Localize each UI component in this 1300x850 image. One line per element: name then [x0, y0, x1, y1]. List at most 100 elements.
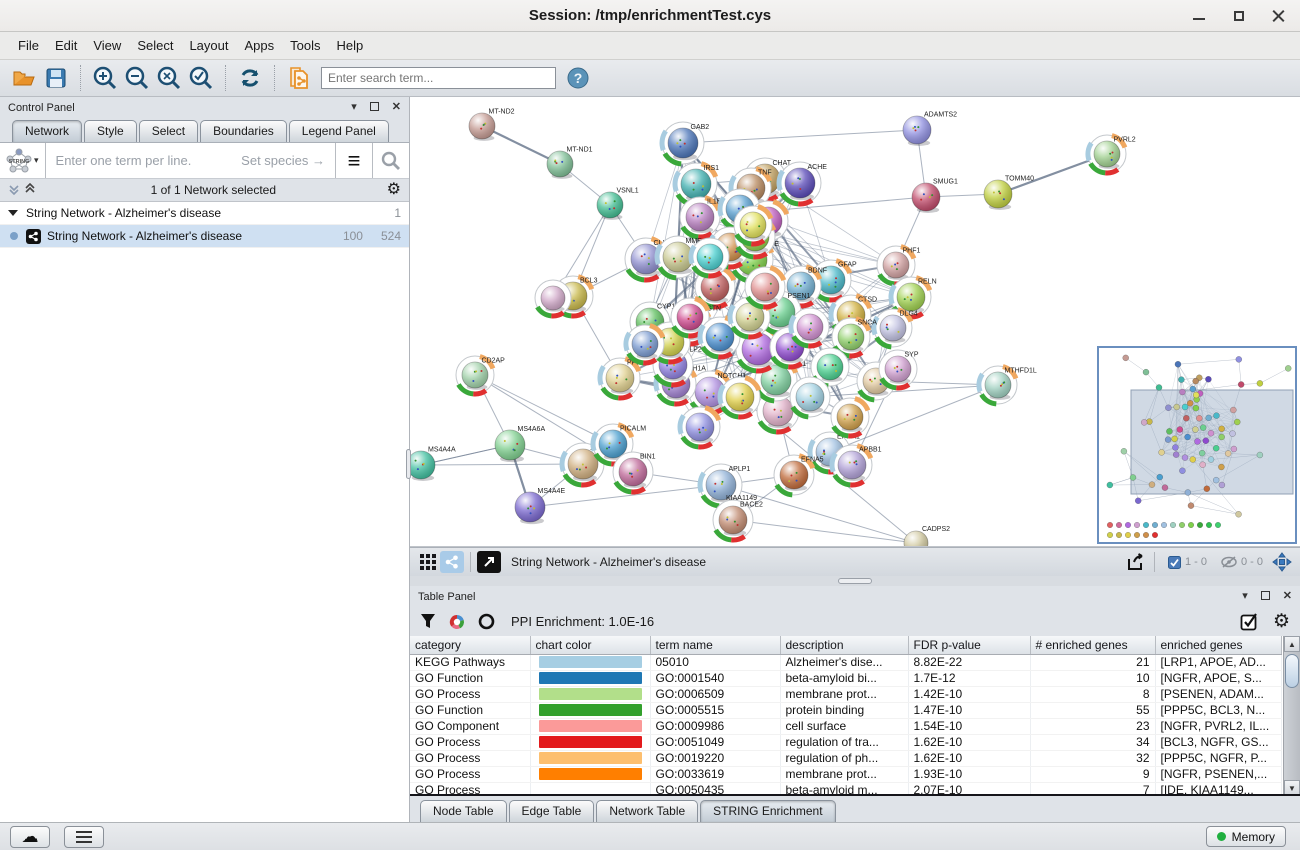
string-query-input[interactable]: Enter one term per line. Set species → — [46, 153, 335, 168]
menu-item-view[interactable]: View — [85, 34, 129, 57]
string-search-button[interactable] — [373, 143, 409, 178]
network-node[interactable] — [680, 407, 720, 447]
tab-legend-panel[interactable]: Legend Panel — [289, 120, 389, 142]
menu-item-apps[interactable]: Apps — [237, 34, 283, 57]
help-button[interactable]: ? — [562, 63, 594, 93]
minimap-viewport[interactable] — [1131, 390, 1293, 494]
network-node[interactable]: DLG4 — [874, 309, 918, 347]
collapse-triangle-icon[interactable] — [8, 210, 18, 216]
menu-item-layout[interactable]: Layout — [181, 34, 236, 57]
menu-item-select[interactable]: Select — [129, 34, 181, 57]
network-node[interactable] — [790, 377, 830, 417]
table-panel-float-icon[interactable] — [1261, 591, 1270, 603]
table-row[interactable]: GO ProcessGO:0050435beta-amyloid m...2.0… — [410, 782, 1281, 796]
zoom-in-button[interactable] — [89, 63, 121, 93]
enrichment-settings-gear-icon[interactable]: ⚙ — [1273, 612, 1290, 631]
tab-style[interactable]: Style — [84, 120, 137, 142]
task-list-button[interactable] — [64, 826, 104, 848]
network-node[interactable]: MT-ND2 — [469, 108, 515, 141]
export-view-button[interactable] — [1124, 551, 1148, 573]
tab-string-enrichment[interactable]: STRING Enrichment — [700, 800, 835, 822]
cloud-button[interactable]: ☁ — [10, 826, 50, 848]
ring-chart-icon[interactable] — [478, 613, 495, 630]
minimize-button[interactable] — [1192, 9, 1206, 23]
column-header[interactable]: term name — [650, 636, 780, 654]
column-header[interactable]: description — [780, 636, 908, 654]
zoom-out-button[interactable] — [121, 63, 153, 93]
select-rows-icon[interactable] — [1240, 612, 1259, 631]
table-row[interactable]: GO ProcessGO:0033619membrane prot...1.93… — [410, 766, 1281, 782]
network-node[interactable]: BIN1 — [613, 452, 656, 492]
clone-network-button[interactable] — [283, 63, 315, 93]
table-scrollbar[interactable]: ▲ ▼ — [1283, 636, 1300, 796]
network-node[interactable]: TOMM40 — [984, 176, 1034, 210]
table-row[interactable]: GO ComponentGO:0009986cell surface1.54E-… — [410, 718, 1281, 734]
collapse-all-icon[interactable] — [24, 183, 36, 198]
network-collection-row[interactable]: String Network - Alzheimer's disease 1 — [0, 202, 409, 225]
table-panel-menu-icon[interactable]: ▾ — [1242, 591, 1248, 602]
network-row[interactable]: String Network - Alzheimer's disease 100… — [0, 225, 409, 248]
menu-item-edit[interactable]: Edit — [47, 34, 85, 57]
network-node[interactable]: MT-ND1 — [547, 146, 593, 179]
table-row[interactable]: GO FunctionGO:0001540beta-amyloid bi...1… — [410, 670, 1281, 686]
table-row[interactable]: GO ProcessGO:0006509membrane prot...1.42… — [410, 686, 1281, 702]
network-graph[interactable]: MT-ND2MT-ND1VSNL1GAB2IRS1CHATACHETNFIL1B… — [410, 97, 1299, 546]
close-button[interactable] — [1272, 9, 1286, 23]
network-node[interactable] — [791, 308, 829, 346]
network-node[interactable] — [831, 398, 869, 436]
panel-close-icon[interactable]: ✕ — [392, 102, 401, 113]
network-options-gear-icon[interactable]: ⚙ — [387, 182, 401, 198]
string-options-button[interactable]: ≡ — [336, 143, 372, 178]
memory-button[interactable]: Memory — [1206, 826, 1286, 847]
horizontal-divider[interactable] — [410, 576, 1300, 586]
scroll-up-arrow[interactable]: ▲ — [1284, 636, 1300, 652]
birdseye-toggle-button[interactable] — [1270, 551, 1294, 573]
zoom-fit-button[interactable] — [153, 63, 185, 93]
panel-float-icon[interactable] — [370, 102, 379, 114]
network-node[interactable]: PVRL2 — [1088, 135, 1136, 173]
table-row[interactable]: GO ProcessGO:0051049regulation of tra...… — [410, 734, 1281, 750]
table-row[interactable]: KEGG Pathways05010Alzheimer's dise...8.8… — [410, 654, 1281, 670]
table-row[interactable]: GO FunctionGO:0005515protein binding1.47… — [410, 702, 1281, 718]
network-node[interactable] — [691, 238, 729, 276]
birds-eye-view[interactable] — [1098, 347, 1296, 543]
expand-all-icon[interactable] — [8, 183, 20, 198]
string-protein-query-selector[interactable]: STRING ▾ — [0, 148, 45, 174]
enrichment-table[interactable]: categorychart colorterm namedescriptionF… — [410, 636, 1300, 796]
column-header[interactable]: FDR p-value — [908, 636, 1030, 654]
network-node[interactable]: GAB2 — [662, 122, 709, 164]
network-node[interactable] — [745, 267, 785, 307]
network-node[interactable] — [734, 206, 772, 244]
network-node[interactable]: VSNL1 — [597, 187, 639, 220]
grid-view-button[interactable] — [416, 551, 440, 573]
column-header[interactable]: chart color — [530, 636, 650, 654]
set-species-link[interactable]: Set species → — [241, 153, 335, 168]
network-node[interactable]: MTHFD1L — [979, 366, 1037, 404]
zoom-selected-button[interactable] — [185, 63, 217, 93]
network-node[interactable] — [720, 377, 760, 417]
network-node[interactable]: ADAMTS2 — [903, 112, 957, 146]
network-node[interactable]: CD2AP — [456, 356, 505, 394]
network-node[interactable]: ACHE — [779, 162, 827, 204]
network-node[interactable]: APBB1 — [832, 445, 882, 485]
network-node[interactable] — [535, 280, 571, 316]
scroll-down-arrow[interactable]: ▼ — [1284, 780, 1300, 796]
column-header[interactable]: category — [410, 636, 530, 654]
tab-boundaries[interactable]: Boundaries — [200, 120, 287, 142]
maximize-button[interactable] — [1232, 9, 1246, 23]
column-header[interactable]: # enriched genes — [1030, 636, 1155, 654]
menu-item-tools[interactable]: Tools — [282, 34, 328, 57]
scrollbar-thumb[interactable] — [1285, 654, 1299, 688]
tab-edge-table[interactable]: Edge Table — [509, 800, 595, 822]
panel-divider-grip[interactable] — [406, 449, 411, 479]
network-node[interactable]: MS4A4E — [515, 488, 565, 524]
menu-item-help[interactable]: Help — [329, 34, 372, 57]
tab-node-table[interactable]: Node Table — [420, 800, 507, 822]
tab-network-table[interactable]: Network Table — [596, 800, 698, 822]
network-canvas[interactable]: MT-ND2MT-ND1VSNL1GAB2IRS1CHATACHETNFIL1B… — [410, 97, 1300, 547]
open-session-button[interactable] — [8, 63, 40, 93]
tab-network[interactable]: Network — [12, 120, 82, 142]
table-row[interactable]: GO ProcessGO:0019220regulation of ph...1… — [410, 750, 1281, 766]
search-input[interactable] — [321, 67, 556, 89]
menu-item-file[interactable]: File — [10, 34, 47, 57]
